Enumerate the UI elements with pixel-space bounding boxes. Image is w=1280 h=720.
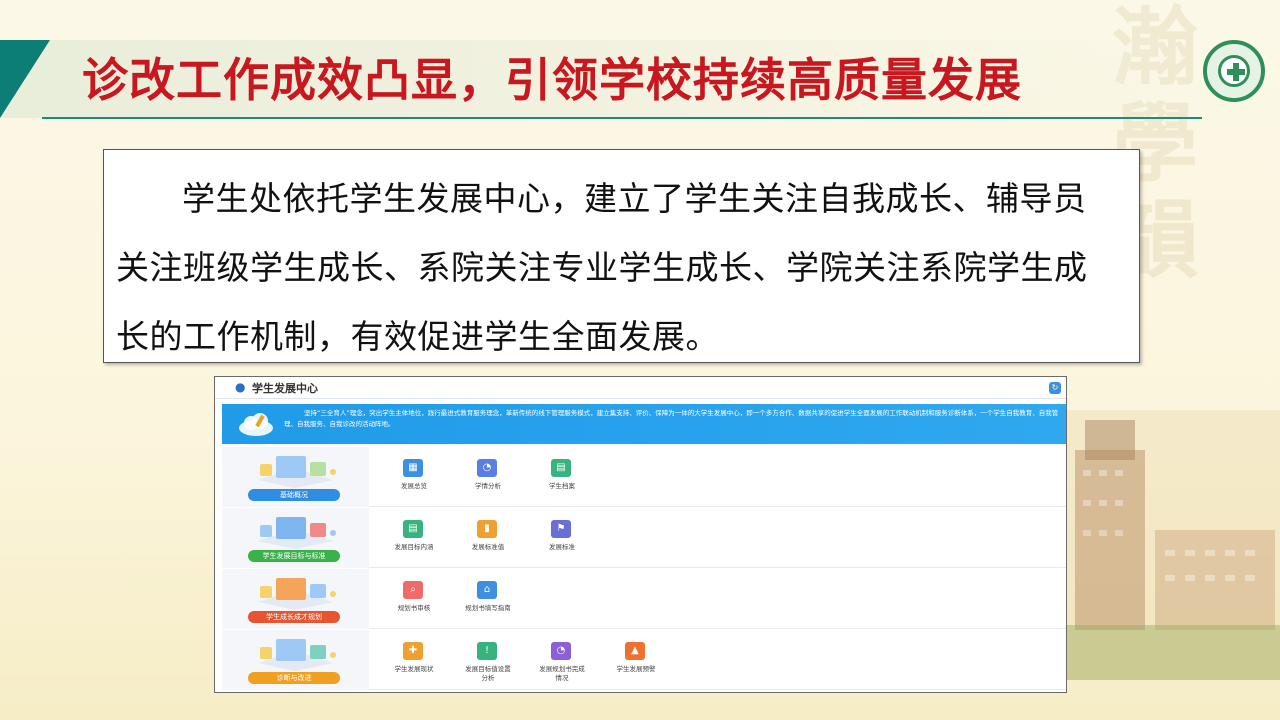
module-item-label: 规划书填写指南 <box>465 604 511 612</box>
category-label: 学生发展目标与标准 <box>248 550 340 562</box>
module-item[interactable]: ▤ 发展目标内涵 <box>377 508 451 568</box>
module-item-label: 学生发展预警 <box>616 665 656 673</box>
cloud-icon <box>239 413 273 436</box>
document-icon: ▤ <box>403 520 423 538</box>
grid-icon: ▦ <box>403 459 423 477</box>
bell-icon: ▲ <box>625 642 645 660</box>
module-item-label: 学情分析 <box>475 482 501 490</box>
module-item[interactable]: ▮ 发展标准值 <box>451 508 525 568</box>
module-item[interactable]: ▦ 发展总览 <box>377 447 451 507</box>
module-category[interactable]: 基础概况 <box>222 447 369 507</box>
module-row: 基础概况 ▦ 发展总览 ◔ 学情分析 ▤ 学生档案 <box>222 447 1066 507</box>
module-item-label: 学生发展现状 <box>394 665 434 673</box>
module-item[interactable]: ◔ 学情分析 <box>451 447 525 507</box>
flag-icon: ⚑ <box>551 520 571 538</box>
module-items: ▦ 发展总览 ◔ 学情分析 ▤ 学生档案 <box>377 447 599 507</box>
description-textbox: 学生处依托学生发展中心，建立了学生关注自我成长、辅导员关注班级学生成长、系院关注… <box>103 149 1140 363</box>
bar-chart-icon: ▮ <box>477 520 497 538</box>
screenshot-header: ● 学生发展中心 ↻ <box>215 377 1066 399</box>
student-development-center-screenshot: ● 学生发展中心 ↻ 坚持“三全育人”理念，突出学生主体地位，践行最进式教育服务… <box>214 376 1067 693</box>
search-icon: ⌕ <box>403 581 423 599</box>
header-underline <box>42 117 1202 119</box>
module-item-label: 发展标准 <box>549 543 575 551</box>
module-item[interactable]: ! 发展目标值设置分析 <box>451 630 525 690</box>
banner-text: 坚持“三全育人”理念，突出学生主体地位，践行最进式教育服务理念，革新传统的线下管… <box>284 409 1059 428</box>
module-item[interactable]: ⌂ 规划书填写指南 <box>451 569 525 629</box>
module-category[interactable]: 诊断与改进 <box>222 630 369 690</box>
school-logo <box>1203 40 1265 102</box>
puzzle-icon: ✚ <box>403 642 423 660</box>
module-item[interactable]: ◔ 发展规划书完成情况 <box>525 630 599 690</box>
module-illustration <box>258 517 336 549</box>
campus-buildings-image <box>1065 410 1280 680</box>
screenshot-title: 学生发展中心 <box>252 381 318 395</box>
module-items: ▤ 发展目标内涵 ▮ 发展标准值 ⚑ 发展标准 <box>377 508 599 568</box>
module-item-label: 发展目标内涵 <box>394 543 434 551</box>
module-item[interactable]: ⌕ 规划书审核 <box>377 569 451 629</box>
module-category[interactable]: 学生成长成才规划 <box>222 569 369 629</box>
pie-chart-icon: ◔ <box>477 459 497 477</box>
module-item-label: 学生档案 <box>549 482 575 490</box>
user-icon: ● <box>235 380 246 394</box>
module-item[interactable]: ▲ 学生发展预警 <box>599 630 673 690</box>
module-items: ✚ 学生发展现状! 发展目标值设置分析 ◔ 发展规划书完成情况 ▲ 学生发展预警 <box>377 630 673 690</box>
module-item-label: 发展规划书完成情况 <box>539 665 585 682</box>
module-item[interactable]: ▤ 学生档案 <box>525 447 599 507</box>
category-label: 基础概况 <box>248 489 340 501</box>
module-row: 诊断与改进 ✚ 学生发展现状! 发展目标值设置分析 ◔ 发展规划书完成情况 ▲ 学生发展预警 <box>222 630 1066 690</box>
module-illustration <box>258 578 336 610</box>
slide-header: 诊改工作成效凸显，引领学校持续高质量发展 <box>0 0 1280 130</box>
description-paragraph: 学生处依托学生发展中心，建立了学生关注自我成长、辅导员关注班级学生成长、系院关注… <box>116 179 1088 356</box>
module-item-label: 发展标准值 <box>471 543 505 551</box>
module-item[interactable]: ✚ 学生发展现状 <box>377 630 451 690</box>
intro-banner: 坚持“三全育人”理念，突出学生主体地位，践行最进式教育服务理念，革新传统的线下管… <box>222 404 1066 444</box>
module-illustration <box>258 639 336 671</box>
module-illustration <box>258 456 336 488</box>
module-items: ⌕ 规划书审核 ⌂ 规划书填写指南 <box>377 569 525 629</box>
module-item-label: 发展总览 <box>401 482 427 490</box>
refresh-icon[interactable]: ↻ <box>1049 382 1061 394</box>
category-label: 诊断与改进 <box>248 672 340 684</box>
module-category[interactable]: 学生发展目标与标准 <box>222 508 369 568</box>
module-item[interactable]: ⚑ 发展标准 <box>525 508 599 568</box>
slide-title: 诊改工作成效凸显，引领学校持续高质量发展 <box>82 53 1022 107</box>
module-row: 学生成长成才规划 ⌕ 规划书审核 ⌂ 规划书填写指南 <box>222 569 1066 629</box>
header-accent-triangle <box>0 40 50 118</box>
graduation-cap-icon: ⌂ <box>477 581 497 599</box>
alert-icon: ! <box>477 642 497 660</box>
module-item-label: 发展目标值设置分析 <box>465 665 511 682</box>
category-label: 学生成长成才规划 <box>248 611 340 623</box>
pie-chart-icon: ◔ <box>551 642 571 660</box>
module-row: 学生发展目标与标准 ▤ 发展目标内涵 ▮ 发展标准值 ⚑ 发展标准 <box>222 508 1066 568</box>
module-item-label: 规划书审核 <box>397 604 431 612</box>
profile-card-icon: ▤ <box>551 459 571 477</box>
